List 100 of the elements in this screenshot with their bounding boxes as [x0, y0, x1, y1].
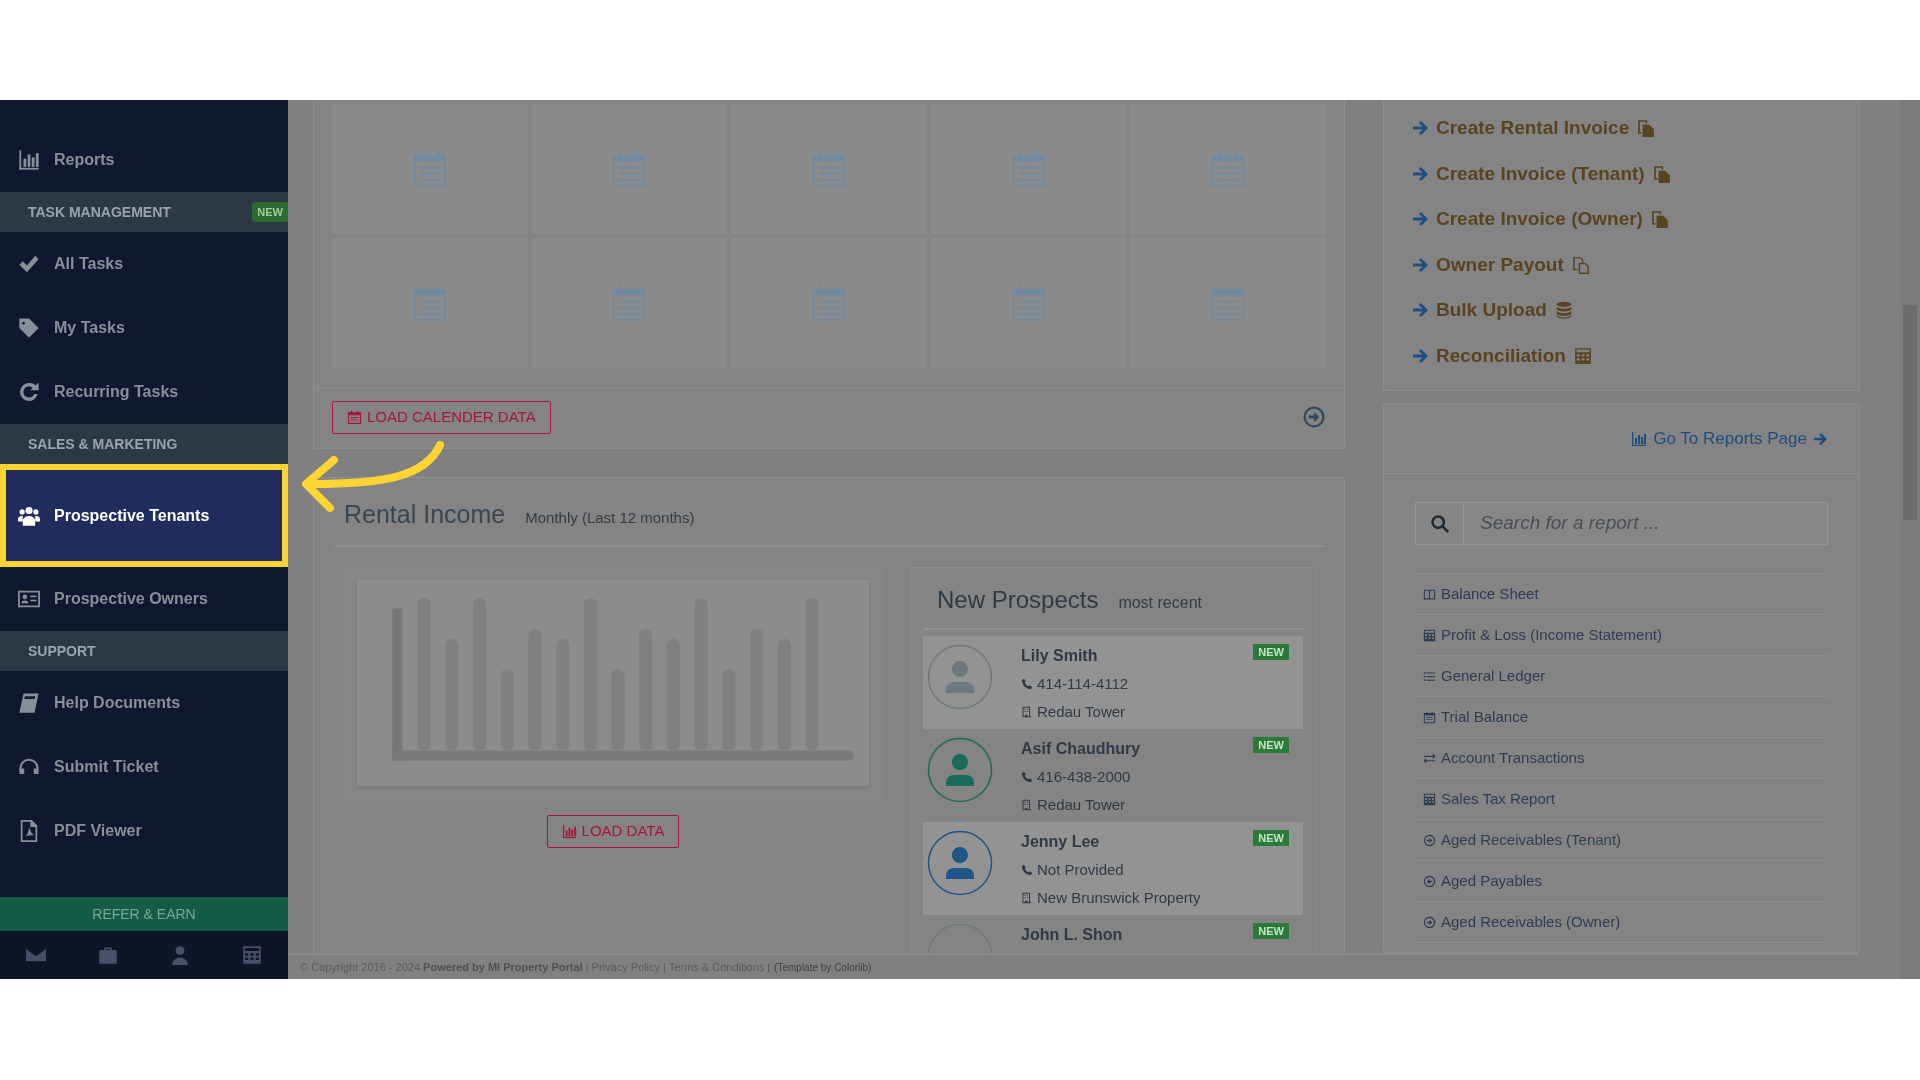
card-subtitle: Monthly (Last 12 months) — [525, 507, 695, 528]
avatar — [927, 644, 993, 710]
phone-number: Not Provided — [1037, 860, 1124, 880]
copy-icon — [1571, 255, 1590, 274]
arrow-right-icon — [1412, 165, 1428, 182]
prospect-name: Jenny Lee — [1021, 832, 1100, 852]
property-name: Redau Tower — [1037, 701, 1126, 722]
prospect-row[interactable]: Lily Smith NEW 414-114-4112 Redau Tower — [923, 636, 1303, 729]
quick-link[interactable]: Create Invoice (Owner) — [1412, 205, 1669, 234]
report-link[interactable]: Sales Tax Report — [1415, 779, 1828, 820]
report-link[interactable]: Balance Sheet — [1415, 574, 1828, 615]
report-link[interactable]: Trial Balance — [1415, 697, 1828, 738]
quick-link[interactable]: Create Invoice (Tenant) — [1412, 159, 1671, 188]
arrow-right-icon — [1813, 431, 1827, 446]
copy-icon — [1637, 119, 1656, 138]
bar-chart-icon — [561, 823, 577, 839]
card-title: New Prospects — [937, 585, 1099, 615]
refresh-icon — [18, 381, 40, 403]
property-name: Redau Tower — [1037, 794, 1126, 815]
database-icon — [1554, 301, 1573, 320]
reports-page-link[interactable]: Go To Reports Page — [1631, 425, 1827, 452]
check-icon — [18, 253, 40, 275]
report-link[interactable]: Profit & Loss (Income Statement) — [1415, 615, 1828, 656]
circle-arrow-icon — [1423, 833, 1436, 847]
arrow-right-icon — [1412, 120, 1428, 137]
scrollbar[interactable] — [1900, 100, 1920, 979]
phone-number: 416-438-2000 — [1037, 767, 1131, 787]
new-badge: NEW — [1253, 644, 1289, 660]
sidebar-item[interactable]: Help Documents — [0, 671, 288, 735]
sidebar-item[interactable]: Submit Ticket — [0, 735, 288, 799]
load-data-button[interactable]: LOAD DATA — [546, 815, 680, 848]
sidebar-item[interactable]: PDF Viewer — [0, 799, 288, 863]
avatar — [927, 737, 993, 803]
user-icon[interactable] — [170, 945, 190, 965]
new-badge: NEW — [1253, 737, 1289, 753]
sidebar-item[interactable]: My Tasks — [0, 296, 288, 360]
sidebar-item[interactable]: Recurring Tasks — [0, 360, 288, 424]
next-arrow-icon[interactable] — [1302, 405, 1326, 430]
arrow-right-icon — [1412, 302, 1428, 319]
quick-link[interactable]: Reconciliation — [1412, 341, 1592, 370]
section-header: SUPPORT — [28, 641, 96, 661]
copy-icon — [1650, 210, 1669, 229]
circle-arrow-icon — [1423, 915, 1436, 929]
list-icon — [1423, 669, 1436, 683]
prospect-name: Asif Chaudhury — [1021, 739, 1141, 759]
quick-link[interactable]: Owner Payout — [1412, 250, 1590, 279]
pdf-file-icon — [18, 820, 40, 842]
prospect-name: Lily Smith — [1021, 646, 1098, 666]
circle-arrow-icon — [1423, 874, 1436, 888]
arrow-right-icon — [1412, 256, 1428, 273]
refer-button[interactable]: REFER & EARN — [0, 897, 288, 931]
sidebar-item[interactable]: Reports — [0, 128, 288, 192]
search-field[interactable]: Search for a report ... — [1415, 502, 1828, 545]
columns-icon — [1423, 587, 1436, 601]
sidebar-item[interactable]: Prospective Owners — [0, 567, 288, 631]
quick-link[interactable]: Bulk Upload — [1412, 296, 1573, 325]
phone-icon — [1021, 678, 1033, 691]
new-badge: NEW — [252, 201, 288, 223]
calculator-icon — [1423, 792, 1436, 806]
calculator-icon — [1573, 346, 1592, 365]
prospect-name: John L. Shon — [1021, 925, 1123, 945]
phone-icon — [1021, 864, 1033, 877]
prospect-row[interactable]: Jenny Lee NEW Not Provided New Brunswick Property — [923, 822, 1303, 915]
arrow-right-icon — [1412, 347, 1428, 364]
copy-icon — [1652, 164, 1671, 183]
building-icon — [1021, 891, 1033, 904]
swap-arrows-icon — [1423, 751, 1436, 765]
report-link[interactable]: General Ledger — [1415, 656, 1828, 697]
arrow-right-icon — [1412, 211, 1428, 228]
calculator-icon — [1423, 628, 1436, 642]
report-link[interactable]: Aged Payables — [1415, 861, 1828, 902]
avatar — [927, 830, 993, 896]
id-card-icon — [18, 588, 40, 610]
bar-chart-icon — [1631, 430, 1648, 447]
report-link[interactable]: Aged Receivables (Tenant) — [1415, 820, 1828, 861]
sidebar-item[interactable]: All Tasks — [0, 232, 288, 296]
phone-number: 414-114-4112 — [1037, 674, 1129, 694]
template-credit: (Template by Colorlib) — [774, 960, 872, 975]
prospect-row[interactable]: Asif Chaudhury NEW 416-438-2000 Redau Tower — [923, 729, 1303, 822]
section-header: TASK MANAGEMENT — [28, 202, 171, 222]
calculator-icon[interactable] — [242, 945, 262, 965]
people-icon — [18, 504, 40, 527]
section-header: SALES & MARKETING — [28, 434, 178, 454]
search-icon — [1429, 513, 1450, 534]
tag-icon — [18, 317, 40, 339]
building-icon — [1021, 798, 1033, 811]
load-calendar-button[interactable]: LOAD CALENDER DATA — [332, 401, 551, 434]
briefcase-icon[interactable] — [98, 945, 118, 965]
report-link[interactable]: Account Transactions — [1415, 738, 1828, 779]
new-badge: NEW — [1253, 830, 1289, 846]
report-link[interactable]: Aged Receivables (Owner) — [1415, 902, 1828, 943]
prospect-row[interactable]: John L. Shon NEW — [923, 915, 1303, 953]
calendar-icon — [1423, 710, 1436, 724]
book-icon — [18, 692, 40, 714]
building-icon — [1021, 705, 1033, 718]
property-name: New Brunswick Property — [1037, 887, 1201, 908]
calendar-icon — [347, 409, 362, 425]
sidebar-item[interactable]: Prospective Tenants — [0, 464, 288, 567]
bar-chart-icon — [18, 149, 40, 171]
quick-link[interactable]: Create Rental Invoice — [1412, 114, 1656, 143]
